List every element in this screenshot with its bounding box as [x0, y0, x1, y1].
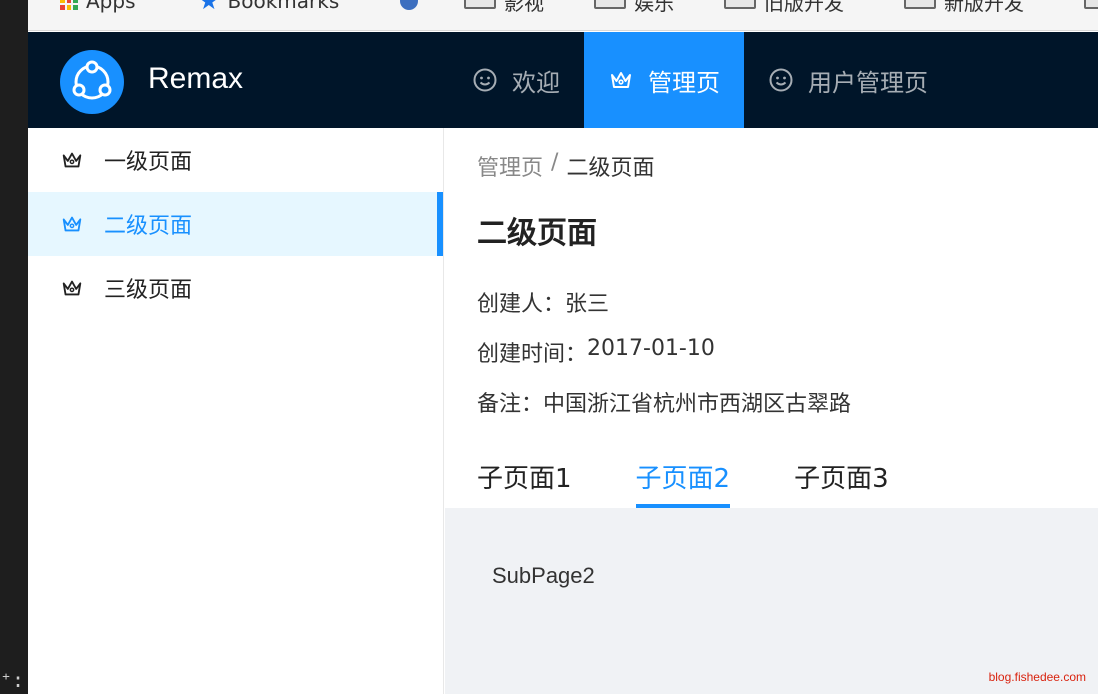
nav-label: 欢迎: [512, 68, 560, 97]
crown-icon: [62, 152, 82, 168]
sidebar-item-label: 一级页面: [104, 150, 193, 175]
description-value: 2017-01-10: [587, 336, 715, 361]
bookmark-label: 旧版开发: [764, 0, 844, 15]
bookmark-apps[interactable]: Apps: [60, 0, 136, 14]
description-label: 创建人：: [477, 292, 566, 317]
description-label: 备注：: [477, 392, 544, 417]
bookmark-label: 新版开发: [944, 0, 1024, 15]
description-row: 创建人： 张三: [477, 286, 609, 318]
sidebar-item-level-3[interactable]: 三级页面: [28, 256, 443, 320]
tab-content-pane: SubPage2: [445, 508, 1098, 694]
breadcrumb: 管理页 / 二级页面: [477, 150, 654, 182]
folder-icon: [904, 0, 936, 9]
star-icon: ★: [198, 0, 220, 15]
bookmark-label: 娱乐: [634, 0, 674, 15]
bookmark-bookmarks[interactable]: ★ Bookmarks: [198, 0, 340, 15]
sidebar-item-label: 三级页面: [104, 278, 193, 303]
bookmark-label: Apps: [86, 0, 136, 13]
description-label: 创建时间：: [477, 342, 588, 367]
page-title: 二级页面: [477, 216, 597, 251]
crown-icon: [62, 280, 82, 296]
bookmark-label: Bookmarks: [227, 0, 340, 13]
nav-label: 管理页: [648, 68, 720, 97]
description-row: 备注： 中国浙江省杭州市西湖区古翠路: [477, 386, 851, 418]
smile-icon: [473, 68, 497, 92]
nav-item-user-admin[interactable]: 用户管理页: [744, 32, 952, 128]
share-nodes-icon[interactable]: [60, 50, 124, 114]
sidebar-item-level-1[interactable]: 一级页面: [28, 128, 443, 192]
bookmark-folder[interactable]: 娱乐: [594, 0, 674, 15]
bookmark-favicon[interactable]: [400, 0, 418, 14]
nav-item-welcome[interactable]: 欢迎: [448, 32, 584, 128]
nav-label: 用户管理页: [808, 68, 928, 97]
breadcrumb-separator: /: [551, 150, 559, 175]
folder-icon: [594, 0, 626, 9]
crown-icon: [62, 216, 82, 232]
description-row: 创建时间： 2017-01-10: [477, 336, 715, 368]
sidebar-item-label: 二级页面: [104, 214, 193, 239]
folder-icon: [1084, 0, 1098, 9]
crown-icon: [611, 72, 631, 88]
favicon-icon: [400, 0, 418, 10]
description-value: 张三: [565, 292, 610, 317]
subpage-tabs: 子页面1 子页面2 子页面3: [477, 458, 889, 508]
editor-glyph: ⁺:: [0, 668, 25, 692]
app-brand[interactable]: Remax: [148, 62, 243, 96]
tab-subpage-3[interactable]: 子页面3: [794, 458, 889, 508]
sidebar-item-level-2[interactable]: 二级页面: [28, 192, 443, 256]
breadcrumb-current: 二级页面: [566, 156, 655, 181]
tab-subpage-2[interactable]: 子页面2: [635, 458, 730, 508]
bookmark-folder[interactable]: [1084, 0, 1098, 14]
editor-side-strip: ⁺:: [0, 0, 28, 694]
tab-content-text: SubPage2: [492, 563, 595, 588]
main-content: 管理页 / 二级页面 二级页面 创建人： 张三 创建时间： 2017-01-10…: [445, 128, 1098, 694]
bookmark-folder[interactable]: 影视: [464, 0, 544, 15]
bookmark-folder[interactable]: 新版开发: [904, 0, 1024, 15]
sidebar-menu: 一级页面 二级页面 三级页面: [28, 128, 444, 694]
watermark: blog.fishedee.com: [988, 670, 1086, 684]
app-header: Remax 欢迎 管理页 用户管理页: [28, 32, 1098, 128]
nav-item-admin[interactable]: 管理页: [584, 32, 744, 128]
smile-icon: [769, 68, 793, 92]
bookmark-label: 影视: [504, 0, 544, 15]
folder-icon: [724, 0, 756, 9]
bookmarks-bar: Apps ★ Bookmarks 影视 娱乐 旧版开发 新版开发: [28, 0, 1098, 31]
folder-icon: [464, 0, 496, 9]
bookmark-folder[interactable]: 旧版开发: [724, 0, 844, 15]
breadcrumb-parent-link[interactable]: 管理页: [477, 150, 543, 182]
description-value: 中国浙江省杭州市西湖区古翠路: [543, 392, 852, 417]
apps-grid-icon: [60, 0, 78, 10]
top-nav: 欢迎 管理页 用户管理页: [448, 32, 952, 128]
tab-subpage-1[interactable]: 子页面1: [477, 458, 572, 508]
